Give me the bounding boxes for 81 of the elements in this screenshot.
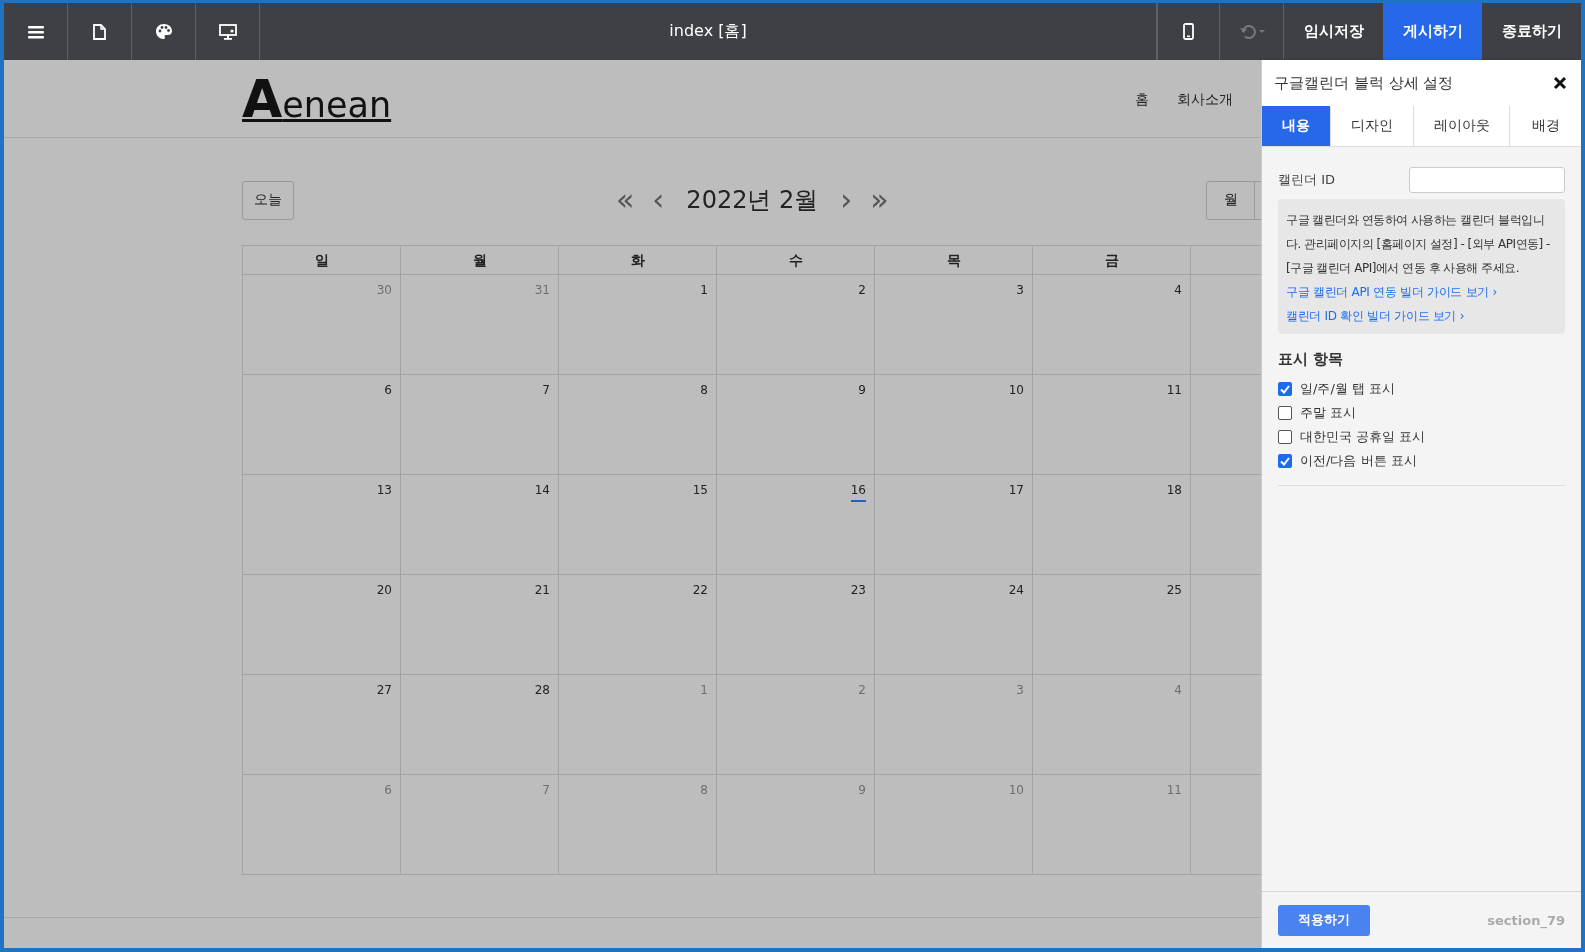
- day-number: 11: [1166, 783, 1182, 799]
- day-number: 10: [1008, 783, 1024, 799]
- weekday-header: 일: [243, 246, 401, 275]
- day-number: 2: [858, 683, 866, 699]
- day-number: 3: [1016, 683, 1024, 699]
- palette-icon: [154, 23, 173, 40]
- option-label: 이전/다음 버튼 표시: [1300, 452, 1417, 470]
- section-id: section_79: [1487, 912, 1565, 928]
- checkbox[interactable]: [1278, 454, 1292, 468]
- weekday-header: 금: [1033, 246, 1191, 275]
- day-number: 7: [542, 783, 550, 799]
- day-number: 27: [376, 683, 392, 699]
- day-number: 16: [850, 483, 866, 502]
- day-number: 23: [850, 583, 866, 599]
- day-number: 22: [692, 583, 708, 599]
- close-icon: [1553, 76, 1567, 90]
- weekday-header: 목: [875, 246, 1033, 275]
- guide-link[interactable]: 캘린더 ID 확인 빌더 가이드 보기 ›: [1286, 304, 1557, 328]
- panel-title: 구글캘린더 블럭 상세 설정: [1274, 73, 1454, 93]
- prev-month-button[interactable]: ‹: [648, 185, 669, 215]
- toolbar-button[interactable]: 게시하기: [1383, 3, 1482, 60]
- toolbar-button[interactable]: 임시저장: [1284, 3, 1383, 60]
- day-number: 30: [376, 283, 392, 299]
- month-title: 2022년 2월: [686, 185, 819, 216]
- weekday-header: 월: [401, 246, 559, 275]
- info-text: 구글 캘린더와 연동하여 사용하는 캘린더 블럭입니다. 관리페이지의 [홈페이지 설정] - [외부 API연동] - [구글 캘린더 API]에서 연동 후 사용해 주세요.: [1286, 212, 1551, 277]
- day-number: 28: [534, 683, 550, 699]
- day-number: 9: [858, 783, 866, 799]
- month-view-button[interactable]: 월: [1206, 180, 1255, 220]
- day-number: 24: [1008, 583, 1024, 599]
- day-number: 8: [700, 383, 708, 399]
- day-number: 11: [1166, 383, 1182, 399]
- checkbox[interactable]: [1278, 406, 1292, 420]
- document-icon: [93, 23, 106, 40]
- next-month-button[interactable]: ›: [836, 185, 857, 215]
- day-number: 25: [1166, 583, 1182, 599]
- day-number: 6: [384, 783, 392, 799]
- day-number: 4: [1174, 283, 1182, 299]
- undo-icon: [1238, 23, 1265, 40]
- nav-link[interactable]: 회사소개: [1177, 90, 1233, 109]
- weekday-header: 수: [717, 246, 875, 275]
- section-heading: 표시 항목: [1278, 350, 1345, 369]
- day-number: 21: [534, 583, 550, 599]
- day-number: 15: [692, 483, 708, 499]
- monitor-icon: [218, 23, 237, 40]
- site-logo[interactable]: Aenean: [242, 68, 392, 129]
- close-button[interactable]: [1551, 74, 1569, 92]
- day-number: 1: [700, 683, 708, 699]
- day-number: 6: [384, 383, 392, 399]
- day-number: 31: [534, 283, 550, 299]
- checkbox[interactable]: [1278, 382, 1292, 396]
- prev-year-button[interactable]: «: [612, 185, 639, 215]
- day-number: 18: [1166, 483, 1182, 499]
- toolbar-button[interactable]: 종료하기: [1482, 3, 1581, 60]
- nav-link[interactable]: 홈: [1135, 90, 1149, 109]
- option-label: 대한민국 공휴일 표시: [1300, 428, 1426, 446]
- panel-tab[interactable]: 내용: [1262, 106, 1331, 146]
- day-number: 17: [1008, 483, 1024, 499]
- day-number: 13: [376, 483, 392, 499]
- day-number: 9: [858, 383, 866, 399]
- weekday-header: 화: [559, 246, 717, 275]
- day-number: 8: [700, 783, 708, 799]
- guide-link[interactable]: 구글 캘린더 API 연동 빌더 가이드 보기 ›: [1286, 280, 1557, 304]
- option-label: 일/주/월 탭 표시: [1300, 380, 1396, 398]
- day-number: 2: [858, 283, 866, 299]
- option-label: 주말 표시: [1300, 404, 1357, 422]
- day-number: 1: [700, 283, 708, 299]
- day-number: 20: [376, 583, 392, 599]
- day-number: 14: [534, 483, 550, 499]
- menu-icon: [27, 24, 44, 39]
- day-number: 7: [542, 383, 550, 399]
- phone-icon: [1183, 23, 1194, 40]
- checkbox[interactable]: [1278, 430, 1292, 444]
- next-year-button[interactable]: »: [866, 185, 893, 215]
- today-button[interactable]: 오늘: [242, 180, 294, 220]
- calendar-id-field[interactable]: [1409, 167, 1565, 193]
- field-label: 캘린더 ID: [1278, 171, 1335, 189]
- apply-button[interactable]: 적용하기: [1278, 904, 1370, 936]
- day-number: 10: [1008, 383, 1024, 399]
- day-number: 4: [1174, 683, 1182, 699]
- day-number: 3: [1016, 283, 1024, 299]
